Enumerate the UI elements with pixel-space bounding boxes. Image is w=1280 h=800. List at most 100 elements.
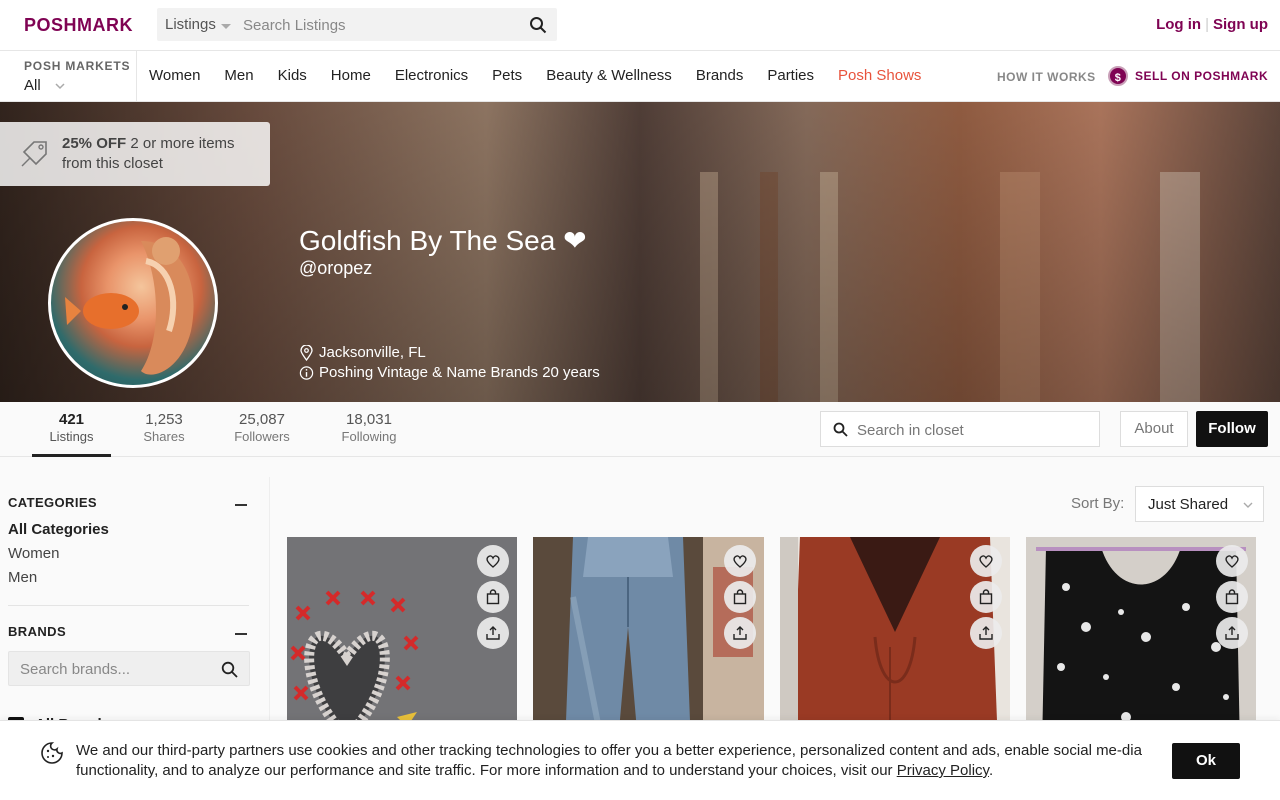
nav-posh-shows[interactable]: Posh Shows bbox=[838, 67, 921, 84]
shopping-bag-icon bbox=[979, 589, 993, 605]
nav-links: Women Men Kids Home Electronics Pets Beauty & … bbox=[149, 67, 945, 84]
sell-label: SELL ON POSHMARK bbox=[1135, 69, 1269, 83]
heart-icon bbox=[979, 555, 993, 568]
nav-women[interactable]: Women bbox=[149, 67, 200, 84]
heart-icon bbox=[486, 555, 500, 568]
brand-search-input[interactable] bbox=[20, 660, 210, 678]
stat-label: Shares bbox=[143, 429, 185, 444]
shopping-bag-icon bbox=[733, 589, 747, 605]
category-men[interactable]: Men bbox=[8, 569, 37, 586]
top-header: POSHMARK Listings Log in|Sign up bbox=[0, 0, 1280, 51]
sort-label: Sort By: bbox=[1071, 495, 1125, 512]
shopping-bag-icon bbox=[486, 589, 500, 605]
collapse-categories-icon[interactable] bbox=[235, 504, 247, 506]
search-icon[interactable] bbox=[529, 16, 547, 34]
share-button[interactable] bbox=[724, 617, 756, 649]
stat-label: Following bbox=[341, 429, 397, 444]
add-to-bundle-button[interactable] bbox=[724, 581, 756, 613]
avatar-art bbox=[65, 237, 194, 375]
like-button[interactable] bbox=[477, 545, 509, 577]
nav-electronics[interactable]: Electronics bbox=[395, 67, 468, 84]
caret-down-icon[interactable] bbox=[221, 24, 231, 29]
nav-men[interactable]: Men bbox=[224, 67, 253, 84]
heart-icon bbox=[733, 555, 747, 568]
stat-number: 1,253 bbox=[145, 411, 183, 428]
stat-listings[interactable]: 421 Listings bbox=[32, 411, 111, 444]
location-text: Jacksonville, FL bbox=[319, 344, 426, 361]
cookie-icon bbox=[41, 742, 63, 764]
posh-markets-selector[interactable]: POSH MARKETS All bbox=[0, 51, 137, 101]
like-button[interactable] bbox=[970, 545, 1002, 577]
share-icon bbox=[1225, 626, 1239, 640]
stat-number: 421 bbox=[58, 411, 85, 428]
share-button[interactable] bbox=[477, 617, 509, 649]
search-scope-select[interactable]: Listings bbox=[165, 16, 216, 33]
privacy-policy-link[interactable]: Privacy Policy bbox=[897, 762, 989, 779]
login-link[interactable]: Log in bbox=[1156, 16, 1201, 33]
share-icon bbox=[486, 626, 500, 640]
auth-divider: | bbox=[1205, 16, 1209, 33]
share-button[interactable] bbox=[1216, 617, 1248, 649]
markets-label: POSH MARKETS bbox=[24, 59, 131, 73]
like-button[interactable] bbox=[1216, 545, 1248, 577]
brands-heading: BRANDS bbox=[8, 624, 67, 639]
chevron-down-icon[interactable] bbox=[55, 81, 65, 91]
stat-shares[interactable]: 1,253 Shares bbox=[132, 411, 196, 444]
nav-pets[interactable]: Pets bbox=[492, 67, 522, 84]
stat-followers[interactable]: 25,087 Followers bbox=[226, 411, 298, 444]
search-icon bbox=[833, 422, 848, 437]
cookie-ok-button[interactable]: Ok bbox=[1172, 743, 1240, 779]
closet-avatar bbox=[48, 218, 218, 388]
location-pin-icon bbox=[300, 345, 313, 361]
share-button[interactable] bbox=[970, 617, 1002, 649]
cookie-text-end: . bbox=[988, 762, 994, 779]
like-button[interactable] bbox=[724, 545, 756, 577]
add-to-bundle-button[interactable] bbox=[970, 581, 1002, 613]
stat-number: 25,087 bbox=[239, 411, 285, 428]
closet-stats-bar: 421 Listings 1,253 Shares 25,087 Followe… bbox=[0, 402, 1280, 457]
category-women[interactable]: Women bbox=[8, 545, 59, 562]
promo-discount: 25% OFF bbox=[62, 135, 127, 152]
category-all[interactable]: All Categories bbox=[8, 521, 109, 538]
stat-number: 18,031 bbox=[346, 411, 392, 428]
follow-button[interactable]: Follow bbox=[1196, 411, 1268, 447]
closet-username: @oropez bbox=[299, 258, 373, 278]
chevron-down-icon bbox=[1243, 502, 1253, 508]
share-icon bbox=[733, 626, 747, 640]
share-icon bbox=[979, 626, 993, 640]
nav-kids[interactable]: Kids bbox=[278, 67, 307, 84]
nav-beauty-wellness[interactable]: Beauty & Wellness bbox=[546, 67, 672, 84]
promo-text: 25% OFF 2 or more items from this closet bbox=[62, 134, 262, 174]
info-icon bbox=[299, 366, 314, 380]
category-nav: POSH MARKETS All Women Men Kids Home Electro… bbox=[0, 51, 1280, 102]
search-input[interactable] bbox=[243, 15, 513, 35]
poshmark-logo[interactable]: POSHMARK bbox=[24, 15, 133, 36]
add-to-bundle-button[interactable] bbox=[1216, 581, 1248, 613]
about-button[interactable]: About bbox=[1120, 411, 1188, 447]
closet-banner: 25% OFF 2 or more items from this closet… bbox=[0, 102, 1280, 402]
dollar-icon: $ bbox=[1108, 66, 1128, 86]
nav-home[interactable]: Home bbox=[331, 67, 371, 84]
sort-value: Just Shared bbox=[1148, 496, 1229, 513]
stat-label: Followers bbox=[234, 429, 290, 444]
bio-text: Poshing Vintage & Name Brands 20 years bbox=[319, 364, 600, 381]
closet-search-input[interactable] bbox=[857, 420, 1087, 440]
nav-parties[interactable]: Parties bbox=[767, 67, 814, 84]
add-to-bundle-button[interactable] bbox=[477, 581, 509, 613]
heart-icon bbox=[1225, 555, 1239, 568]
collapse-brands-icon[interactable] bbox=[235, 633, 247, 635]
markets-value[interactable]: All bbox=[24, 77, 41, 94]
closet-name: Goldfish By The Sea ❤ bbox=[299, 225, 587, 256]
stat-label: Listings bbox=[49, 429, 94, 444]
shopping-bag-icon bbox=[1225, 589, 1239, 605]
nav-brands[interactable]: Brands bbox=[696, 67, 744, 84]
stat-following[interactable]: 18,031 Following bbox=[332, 411, 406, 444]
search-icon[interactable] bbox=[221, 661, 238, 678]
how-it-works-link[interactable]: HOW IT WORKS bbox=[997, 70, 1096, 84]
closet-search-box bbox=[820, 411, 1100, 447]
categories-heading: CATEGORIES bbox=[8, 495, 97, 510]
price-tag-icon bbox=[21, 141, 47, 167]
brand-search-box bbox=[8, 651, 250, 686]
sort-select[interactable]: Just Shared bbox=[1135, 486, 1264, 522]
signup-link[interactable]: Sign up bbox=[1213, 16, 1268, 33]
